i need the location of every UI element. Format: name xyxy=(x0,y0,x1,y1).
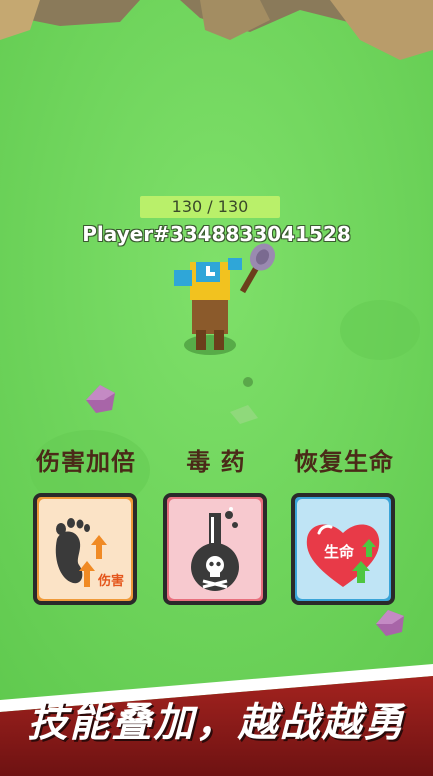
skill-card-poison[interactable] xyxy=(163,493,267,605)
skill-card-damage[interactable]: 伤害 xyxy=(33,493,137,605)
footprint-damage-up-icon: 伤害 xyxy=(55,518,124,589)
hp-text: 130 / 130 xyxy=(171,197,249,216)
skill-label-damage: 伤害加倍 xyxy=(36,448,136,476)
card-face: 伤害 xyxy=(39,499,131,599)
promo-banner-text: 技能叠加，越战越勇 xyxy=(27,700,406,746)
grass-patch xyxy=(340,300,420,360)
skill-card-heal[interactable]: 生命 xyxy=(291,493,395,605)
skill-label-heal: 恢复生命 xyxy=(294,448,394,476)
card-face xyxy=(169,499,261,599)
skill-label-poison: 毒 药 xyxy=(186,448,246,476)
poison-flask-skull-icon xyxy=(191,507,239,591)
grass-ground xyxy=(0,0,433,776)
ground-decal xyxy=(243,377,253,387)
icon-label-life: 生命 xyxy=(324,543,355,561)
card-face: 生命 xyxy=(297,499,389,599)
icon-label-damage: 伤害 xyxy=(97,573,124,589)
player-name: Player#3348833041528 xyxy=(82,222,351,246)
game-scene xyxy=(0,0,433,776)
hp-bar: 130 / 130 xyxy=(140,196,280,218)
heart-life-up-icon: 生命 xyxy=(306,524,380,587)
